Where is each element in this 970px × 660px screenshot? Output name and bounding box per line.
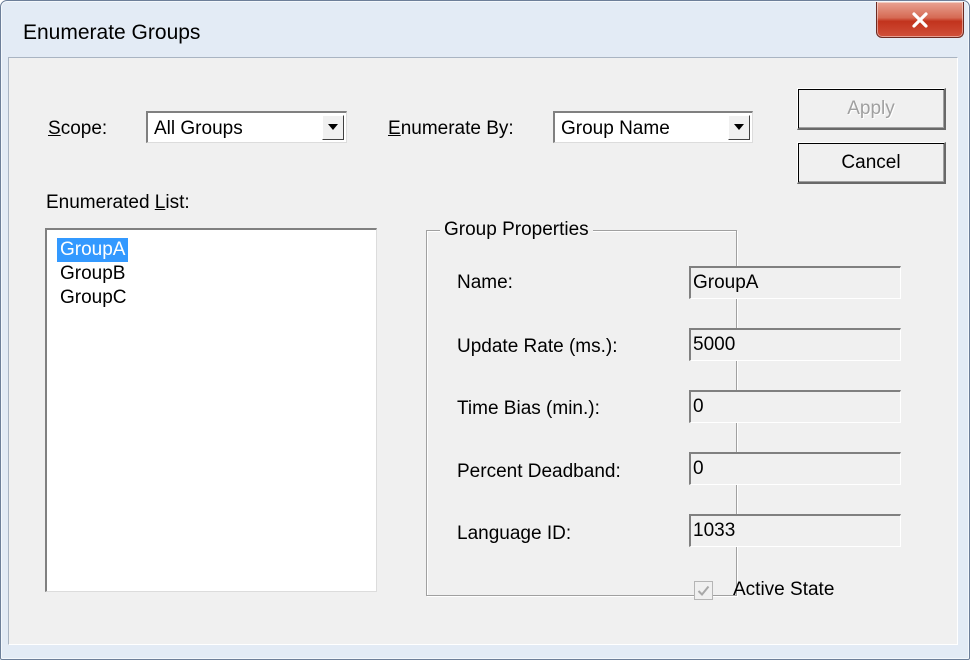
list-item-groupb[interactable]: GroupB bbox=[57, 262, 128, 286]
name-label: Name: bbox=[457, 272, 513, 293]
enumerate-by-dropdown-arrow[interactable] bbox=[728, 115, 750, 140]
percent-deadband-label: Percent Deadband: bbox=[457, 461, 621, 482]
apply-button[interactable]: Apply bbox=[797, 88, 946, 130]
enumerated-listbox[interactable]: GroupA GroupB GroupC bbox=[45, 228, 377, 592]
active-state-checkbox[interactable] bbox=[694, 581, 713, 600]
window-title: Enumerate Groups bbox=[23, 21, 201, 44]
chevron-down-icon bbox=[328, 124, 338, 130]
scope-label: Scope: bbox=[48, 118, 108, 139]
list-item-groupa[interactable]: GroupA bbox=[57, 238, 129, 262]
scope-dropdown[interactable]: All Groups bbox=[146, 111, 347, 143]
language-id-label: Language ID: bbox=[457, 523, 572, 544]
list-item-groupc[interactable]: GroupC bbox=[57, 286, 130, 310]
time-bias-label: Time Bias (min.): bbox=[457, 398, 600, 419]
name-field: GroupA bbox=[689, 266, 901, 299]
percent-deadband-field: 0 bbox=[689, 452, 901, 485]
scope-dropdown-value: All Groups bbox=[154, 118, 243, 139]
enumerated-list-label: Enumerated List: bbox=[46, 192, 190, 213]
enumerate-by-dropdown-value: Group Name bbox=[561, 118, 670, 139]
update-rate-field: 5000 bbox=[689, 328, 901, 361]
chevron-down-icon bbox=[734, 124, 744, 130]
cancel-button[interactable]: Cancel bbox=[797, 142, 946, 184]
enumerate-by-label: Enumerate By: bbox=[388, 118, 514, 139]
enumerate-by-dropdown[interactable]: Group Name bbox=[553, 111, 753, 143]
time-bias-field: 0 bbox=[689, 390, 901, 423]
language-id-field: 1033 bbox=[689, 514, 901, 547]
active-state-label: Active State bbox=[733, 579, 835, 600]
scope-dropdown-arrow[interactable] bbox=[322, 115, 344, 140]
group-properties-title: Group Properties bbox=[440, 219, 593, 241]
checkmark-icon bbox=[697, 585, 710, 596]
update-rate-label: Update Rate (ms.): bbox=[457, 336, 618, 357]
close-x-icon bbox=[912, 11, 928, 28]
close-button[interactable] bbox=[876, 2, 964, 38]
